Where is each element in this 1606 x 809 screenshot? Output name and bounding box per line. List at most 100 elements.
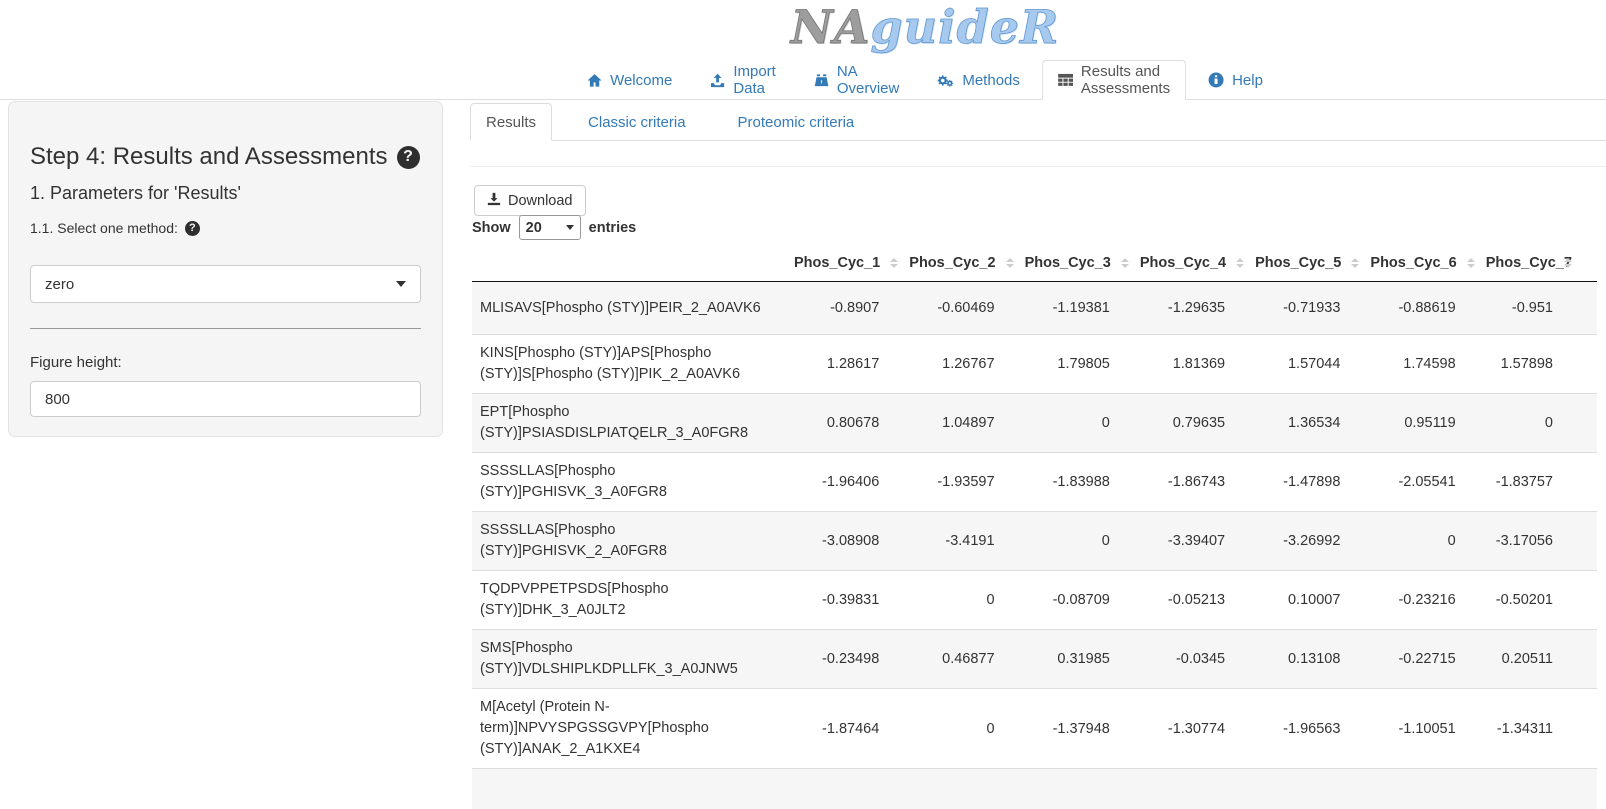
table-row: SMS[Phospho (STY)]VDLSHIPLKDPLLFK_3_A0JN… [472, 630, 1597, 689]
figure-height-label: Figure height: [30, 354, 421, 371]
column-header-label: Phos_Cyc_4 [1140, 255, 1226, 271]
app-logo-part2: guideR [871, 0, 1060, 54]
download-button[interactable]: Download [474, 185, 586, 216]
value-cell: -1.30774 [1136, 689, 1251, 769]
nav-item-help[interactable]: Help [1192, 60, 1279, 100]
nav-item: Help [1192, 60, 1279, 100]
value-cell: -0.05213 [1136, 571, 1251, 630]
column-header-label: Phos_Cyc_2 [909, 255, 995, 271]
value-cell: -1.19381 [1021, 282, 1136, 335]
column-header-phos-cyc-4[interactable]: Phos_Cyc_4 [1136, 245, 1251, 282]
nav-item-results-and-assessments[interactable]: Results and Assessments [1042, 60, 1186, 100]
value-cell: 0 [1021, 394, 1136, 453]
column-header-phos-cyc-1[interactable]: Phos_Cyc_1 [790, 245, 905, 282]
value-cell: 1.81369 [1136, 335, 1251, 394]
value-cell: -0.50201 [1482, 571, 1597, 630]
naguider-app: { "logo": { "part1": "NA", "part2": "gui… [0, 0, 1606, 773]
home-icon [587, 73, 602, 88]
row-name-cell: SSSSLLAS[Phospho (STY)]PGHISVK_3_A0FGR8 [472, 453, 790, 512]
value-cell: -0.8907 [790, 282, 905, 335]
value-cell: 0.13108 [1251, 630, 1366, 689]
value-cell: 1.36534 [1251, 394, 1366, 453]
figure-height-input[interactable] [30, 381, 421, 417]
value-cell: -1.96563 [1251, 689, 1366, 769]
column-header-phos-cyc-3[interactable]: Phos_Cyc_3 [1021, 245, 1136, 282]
table-row: TQDPVPPETPSDS[Phospho (STY)]DHK_3_A0JLT2… [472, 571, 1597, 630]
subtab-proteomic-criteria[interactable]: Proteomic criteria [722, 103, 871, 141]
sort-icon [890, 258, 898, 268]
sort-icon [1121, 258, 1129, 268]
entries-select-value: 20 [526, 220, 542, 236]
chevron-down-icon [566, 225, 574, 230]
show-label: Show [472, 220, 511, 236]
table-row: SSSSLLAS[Phospho (STY)]PGHISVK_3_A0FGR8 -… [472, 453, 1597, 512]
sort-icon [1236, 258, 1244, 268]
value-cell: -1.34311 [1482, 689, 1597, 769]
info-icon [1208, 72, 1224, 88]
column-header-label: Phos_Cyc_5 [1255, 255, 1341, 271]
subtab-results[interactable]: Results [470, 103, 552, 141]
row-name-cell: MLISAVS[Phospho (STY)]PEIR_2_A0AVK6 [472, 282, 790, 335]
column-header-phos-cyc-7[interactable]: Phos_Cyc_7 [1482, 245, 1597, 282]
sort-icon [1351, 258, 1359, 268]
value-cell: -0.08709 [1021, 571, 1136, 630]
value-cell: 1.57044 [1251, 335, 1366, 394]
chevron-down-icon [396, 281, 406, 287]
table-row: MLISAVS[Phospho (STY)]PEIR_2_A0AVK6-0.89… [472, 282, 1597, 335]
value-cell: 1.79805 [1021, 335, 1136, 394]
value-cell: 0.79635 [1136, 394, 1251, 453]
value-cell: -0.39831 [790, 571, 905, 630]
results-table-body: MLISAVS[Phospho (STY)]PEIR_2_A0AVK6-0.89… [472, 282, 1597, 769]
column-header-label: Phos_Cyc_6 [1370, 255, 1456, 271]
entries-select[interactable]: 20 [519, 215, 581, 240]
value-cell: 0 [905, 689, 1020, 769]
value-cell: 0.20511 [1482, 630, 1597, 689]
value-cell: -1.83757 [1482, 453, 1597, 512]
table-row: EPT[Phospho (STY)]PSIASDISLPIATQELR_3_A0… [472, 394, 1597, 453]
value-cell: 0 [1366, 512, 1481, 571]
column-header-phos-cyc-5[interactable]: Phos_Cyc_5 [1251, 245, 1366, 282]
row-name-cell: SSSSLLAS[Phospho (STY)]PGHISVK_2_A0FGR8 [472, 512, 790, 571]
table-row: M[Acetyl (Protein N-term)]NPVYSPGSSGVPY[… [472, 689, 1597, 769]
help-circle-icon[interactable]: ? [185, 221, 200, 236]
nav-item-na-overview[interactable]: NA Overview [798, 60, 916, 100]
parameters-heading: 1. Parameters for 'Results' [30, 183, 421, 204]
value-cell: -0.23216 [1366, 571, 1481, 630]
column-header-label: Phos_Cyc_7 [1486, 255, 1572, 271]
subtab-item: Proteomic criteria [722, 103, 871, 141]
download-button-label: Download [508, 193, 573, 209]
step-title: Step 4: Results and Assessments ? [30, 143, 421, 171]
nav-item-label: NA Overview [837, 63, 900, 97]
value-cell: -3.08908 [790, 512, 905, 571]
nav-item-welcome[interactable]: Welcome [571, 60, 688, 100]
value-cell: -0.88619 [1366, 282, 1481, 335]
column-header-phos-cyc-2[interactable]: Phos_Cyc_2 [905, 245, 1020, 282]
nav-item-import-data[interactable]: Import Data [694, 60, 792, 100]
main-nav: WelcomeImport Data NA Overview Methods Resu… [568, 60, 1282, 100]
column-header-label: Phos_Cyc_3 [1025, 255, 1111, 271]
nav-item-methods[interactable]: Methods [921, 60, 1036, 100]
method-select[interactable]: zero [30, 265, 421, 303]
value-cell: -0.22715 [1366, 630, 1481, 689]
table-icon [1058, 73, 1073, 87]
nav-item-label: Results and Assessments [1081, 63, 1170, 97]
value-cell: -0.23498 [790, 630, 905, 689]
value-cell: -1.10051 [1366, 689, 1481, 769]
table-length-control: Show 20 entries [472, 215, 636, 240]
row-name-cell: EPT[Phospho (STY)]PSIASDISLPIATQELR_3_A0… [472, 394, 790, 453]
value-cell: -3.26992 [1251, 512, 1366, 571]
value-cell: 1.28617 [790, 335, 905, 394]
help-circle-icon[interactable]: ? [397, 146, 420, 169]
column-header-phos-cyc-6[interactable]: Phos_Cyc_6 [1366, 245, 1481, 282]
app-logo: NAguideR [791, 0, 1060, 54]
row-name-column-header [472, 245, 790, 282]
method-label: 1.1. Select one method: [30, 220, 178, 236]
value-cell: 0 [1021, 512, 1136, 571]
nav-item: Methods [921, 60, 1036, 100]
value-cell: 1.26767 [905, 335, 1020, 394]
subtab-classic-criteria[interactable]: Classic criteria [572, 103, 702, 141]
value-cell: -1.29635 [1136, 282, 1251, 335]
nav-item: Welcome [571, 60, 688, 100]
value-cell: -2.05541 [1366, 453, 1481, 512]
value-cell: 1.04897 [905, 394, 1020, 453]
